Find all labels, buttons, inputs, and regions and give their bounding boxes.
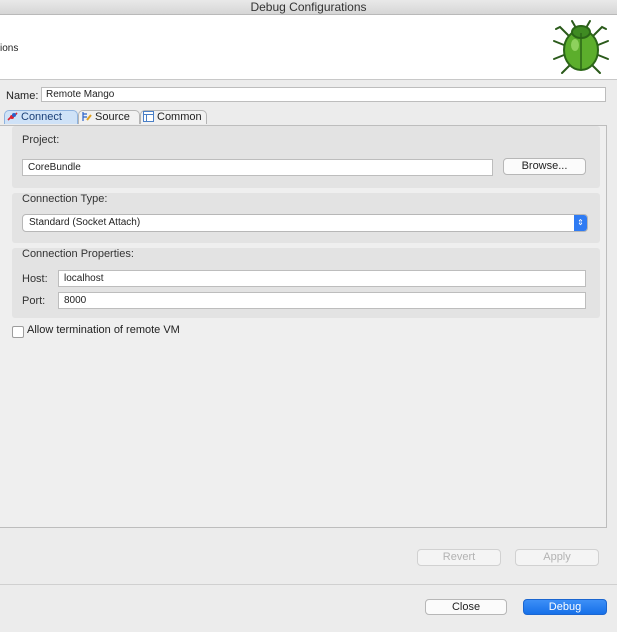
project-label: Project: (22, 134, 60, 146)
project-group: Project: CoreBundle Browse... (12, 126, 600, 188)
host-input[interactable]: localhost (58, 270, 586, 287)
name-row: Name: Remote Mango (0, 86, 617, 106)
name-input[interactable]: Remote Mango (41, 87, 606, 102)
connect-panel: Project: CoreBundle Browse... Connection… (0, 125, 607, 528)
allow-termination-label: Allow termination of remote VM (27, 324, 180, 336)
connection-type-select[interactable]: Standard (Socket Attach) ⇕ (22, 214, 588, 232)
connection-properties-group: Connection Properties: Host: localhost P… (12, 248, 600, 318)
chevron-updown-icon: ⇕ (574, 215, 587, 231)
name-label: Name: (6, 90, 39, 102)
common-icon (143, 111, 154, 122)
connection-type-value: Standard (Socket Attach) (29, 217, 141, 228)
allow-termination-checkbox[interactable] (12, 326, 24, 338)
browse-button[interactable]: Browse... (503, 158, 586, 175)
dialog-header: ions (0, 15, 617, 80)
connection-properties-label: Connection Properties: (22, 248, 134, 260)
tab-connect-label: Connect (21, 111, 62, 123)
header-subtitle: ions (0, 43, 19, 54)
port-label: Port: (22, 295, 46, 307)
revert-button[interactable]: Revert (417, 549, 501, 566)
bug-icon (553, 20, 609, 74)
tab-source[interactable]: Source (78, 110, 140, 124)
project-input[interactable]: CoreBundle (22, 159, 493, 176)
window-title: Debug Configurations (250, 0, 367, 14)
connection-type-label: Connection Type: (22, 193, 108, 205)
host-label: Host: (22, 273, 48, 285)
debug-button[interactable]: Debug (523, 599, 607, 615)
connect-icon (7, 112, 18, 121)
tab-source-label: Source (95, 111, 130, 123)
tab-common[interactable]: Common (140, 110, 207, 124)
close-button[interactable]: Close (425, 599, 507, 615)
apply-button[interactable]: Apply (515, 549, 599, 566)
connection-type-group: Connection Type: Standard (Socket Attach… (12, 193, 600, 243)
tab-common-label: Common (157, 111, 202, 123)
tab-bar: Connect Source Common (0, 109, 610, 125)
tab-connect[interactable]: Connect (4, 110, 78, 124)
title-bar: Debug Configurations (0, 0, 617, 15)
source-icon (82, 112, 92, 121)
port-input[interactable]: 8000 (58, 292, 586, 309)
footer-divider (0, 584, 617, 585)
